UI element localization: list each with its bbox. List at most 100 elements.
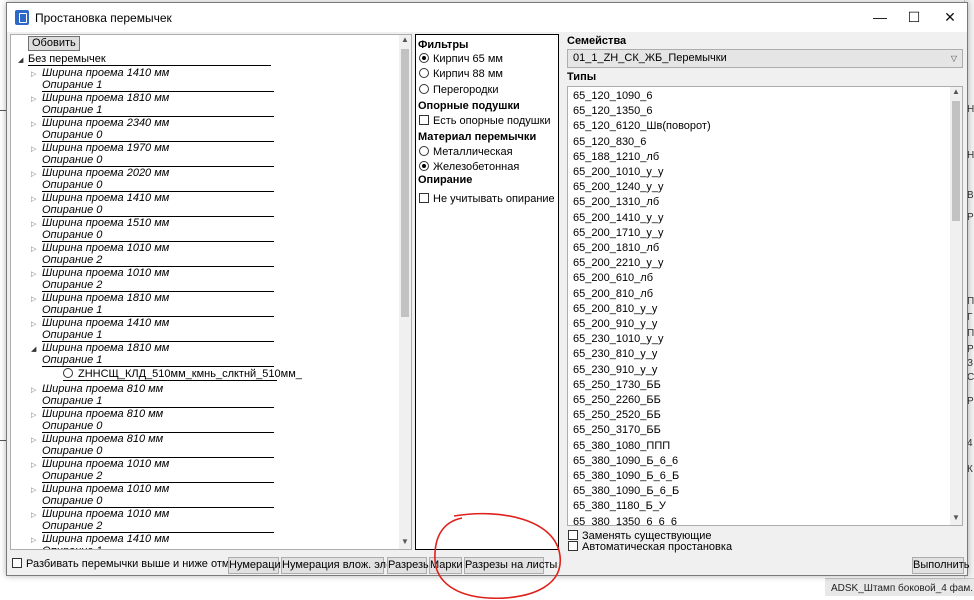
expand-arrow-icon[interactable]: ▷ <box>31 436 36 444</box>
type-list-item[interactable]: 65_380_1090_Б_6_Б <box>573 484 679 499</box>
type-list-item[interactable]: 65_200_1240_у_у <box>573 180 664 195</box>
type-list-item[interactable]: 65_120_1350_6 <box>573 104 653 119</box>
type-list-item[interactable]: 65_250_2520_ББ <box>573 408 661 423</box>
type-list-item[interactable]: 65_250_2260_ББ <box>573 393 661 408</box>
type-list-item[interactable]: 65_200_1810_лб <box>573 241 659 256</box>
type-list-item[interactable]: 65_250_1730_ББ <box>573 378 661 393</box>
radio-metal[interactable]: Металлическая <box>419 145 513 159</box>
checkbox-support[interactable]: Не учитывать опирание <box>419 192 555 206</box>
type-list-item[interactable]: 65_200_610_лб <box>573 271 653 286</box>
expand-arrow-icon[interactable]: ▷ <box>31 295 36 303</box>
tree-node[interactable]: ▷ Ширина проема 1010 мм Опирание 2 <box>31 458 277 483</box>
tree-node[interactable]: ▷ Ширина проема 2020 мм Опирание 0 <box>31 167 277 192</box>
type-list-item[interactable]: 65_200_1410_у_у <box>573 211 664 226</box>
tree-node[interactable]: ▷ Ширина проема 1810 мм Опирание 1 <box>31 92 277 117</box>
checkbox-pads[interactable]: Есть опорные подушки <box>419 114 551 128</box>
expand-arrow-icon[interactable]: ◢ <box>18 54 28 68</box>
type-list-item[interactable]: 65_200_810_лб <box>573 287 653 302</box>
tree-node[interactable]: ▷ Ширина проема 1010 мм Опирание 2 <box>31 242 277 267</box>
expand-arrow-icon[interactable]: ▷ <box>31 95 36 103</box>
sections-to-sheets-button[interactable]: Разрезы на листы <box>464 557 557 574</box>
expand-arrow-icon[interactable]: ▷ <box>31 270 36 278</box>
tree-scrollbar[interactable]: ▲ ▼ <box>399 35 411 549</box>
type-list-item[interactable]: 65_200_1310_лб <box>573 195 659 210</box>
checkbox-split-lintels[interactable]: Разбивать перемычки выше и ниже отм. 0,0… <box>12 558 263 571</box>
execute-button[interactable]: Выполнить <box>912 557 969 574</box>
type-list-item[interactable]: 65_200_2210_у_у <box>573 256 664 271</box>
type-list-item[interactable]: 65_380_1090_Б_6_Б <box>573 469 679 484</box>
close-button[interactable]: ✕ <box>933 3 967 32</box>
expand-arrow-icon[interactable]: ▷ <box>31 245 36 253</box>
types-scrollbar[interactable]: ▲ ▼ <box>950 87 962 525</box>
radio-button-icon[interactable] <box>419 84 429 94</box>
sections-button[interactable]: Разрезы <box>387 557 431 574</box>
expand-arrow-icon[interactable]: ▷ <box>31 220 36 228</box>
lintel-tree[interactable]: Обовить ◢ Без перемычек ▷ Ширина проема 14… <box>10 34 412 550</box>
expand-arrow-icon[interactable]: ▷ <box>31 411 36 419</box>
radio-brick-65[interactable]: Кирпич 65 мм <box>419 52 503 66</box>
expand-arrow-icon[interactable]: ▷ <box>31 170 36 178</box>
scroll-down-icon[interactable]: ▼ <box>400 537 410 549</box>
expand-arrow-icon[interactable]: ▷ <box>31 195 36 203</box>
tree-node[interactable]: ▷ Ширина проема 1010 мм Опирание 0 <box>31 483 277 508</box>
tree-node[interactable]: ▷ Ширина проема 1410 мм Опирание 0 <box>31 192 277 217</box>
checkbox-icon[interactable] <box>419 115 429 125</box>
type-list-item[interactable]: 65_230_810_у_у <box>573 347 657 362</box>
expand-arrow-icon[interactable]: ▷ <box>31 536 36 544</box>
title-bar[interactable]: Простановка перемычек — ☐ ✕ <box>7 3 967 32</box>
checkbox-icon[interactable] <box>419 193 429 203</box>
type-list-item[interactable]: 65_200_1010_у_у <box>573 165 664 180</box>
tree-node[interactable]: ▷ Ширина проема 1410 ммОпирание 1 <box>31 317 277 342</box>
checkbox-auto-placement[interactable]: Автоматическая простановка <box>568 541 732 554</box>
tree-node[interactable]: ▷ Ширина проема 810 мм Опирание 0 <box>31 408 277 433</box>
checkbox-icon[interactable] <box>12 558 22 568</box>
tree-node[interactable]: ▷ Ширина проема 1510 мм Опирание 0 <box>31 217 277 242</box>
type-list-item[interactable]: 65_120_6120_Шв(поворот) <box>573 119 711 134</box>
scroll-up-icon[interactable]: ▲ <box>400 35 410 47</box>
maximize-button[interactable]: ☐ <box>897 3 931 32</box>
expand-arrow-icon[interactable]: ▷ <box>31 461 36 469</box>
expand-arrow-icon[interactable]: ▷ <box>31 386 36 394</box>
radio-button-icon[interactable] <box>419 53 429 63</box>
radio-button-icon[interactable] <box>419 68 429 78</box>
scroll-thumb[interactable] <box>401 49 409 317</box>
marks-button[interactable]: Марки <box>429 557 462 574</box>
type-list-item[interactable]: 65_120_1090_6 <box>573 89 653 104</box>
type-list-item[interactable]: 65_200_1710_у_у <box>573 226 664 241</box>
type-list-item[interactable]: 65_230_1010_у_у <box>573 332 664 347</box>
scroll-down-icon[interactable]: ▼ <box>951 513 961 525</box>
numbering-button[interactable]: Нумерация <box>228 557 287 574</box>
expand-arrow-icon[interactable]: ▷ <box>31 486 36 494</box>
scroll-up-icon[interactable]: ▲ <box>951 87 961 99</box>
radio-button-icon[interactable] <box>419 146 429 156</box>
tree-node[interactable]: ▷ Ширина проема 1410 ммОпирание 1 <box>31 533 277 549</box>
tree-node[interactable]: ▷ Ширина проема 1010 мм Опирание 2 <box>31 508 277 533</box>
type-list-item[interactable]: 65_230_910_у_у <box>573 363 657 378</box>
chevron-down-icon[interactable]: ▽ <box>951 52 957 65</box>
type-list-item[interactable]: 65_200_910_у_у <box>573 317 657 332</box>
tree-node[interactable]: ◢ Ширина проема 1810 мм Опирание 1 <box>31 342 277 367</box>
tree-node[interactable]: ▷ Ширина проема 1010 мм Опирание 2 <box>31 267 277 292</box>
type-list-item[interactable]: 65_380_1350_6_6_6 <box>573 515 677 525</box>
checkbox-icon[interactable] <box>568 530 578 540</box>
type-list-item[interactable]: 65_380_1180_Б_У <box>573 499 666 514</box>
tree-node[interactable]: ▷ Ширина проема 810 мм Опирание 1 <box>31 383 277 408</box>
refresh-button[interactable]: Обовить <box>28 36 80 51</box>
minimize-button[interactable]: — <box>863 3 897 32</box>
tree-node[interactable]: ▷ Ширина проема 810 мм Опирание 0 <box>31 433 277 458</box>
numbering-nested-button[interactable]: Нумерация влож. эл-ов <box>281 557 402 574</box>
tree-node[interactable]: ▷ Ширина проема 2340 мм Опирание 0 <box>31 117 277 142</box>
type-list-item[interactable]: 65_200_810_у_у <box>573 302 657 317</box>
tree-node[interactable]: ▷ Ширина проема 1810 мм Опирание 1 <box>31 292 277 317</box>
families-dropdown[interactable]: 01_1_ZH_СК_ЖБ_Перемычки ▽ <box>567 49 963 68</box>
collapse-arrow-icon[interactable]: ◢ <box>31 345 36 353</box>
expand-arrow-icon[interactable]: ▷ <box>31 145 36 153</box>
types-list[interactable]: 65_120_1090_6 65_120_1350_6 65_120_6120_Шв… <box>567 86 963 526</box>
expand-arrow-icon[interactable]: ▷ <box>31 70 36 78</box>
expand-arrow-icon[interactable]: ▷ <box>31 120 36 128</box>
tree-node[interactable]: ▷ Ширина проема 1410 ммОпирание 1 <box>31 67 277 92</box>
radio-partitions[interactable]: Перегородки <box>419 83 499 97</box>
expand-arrow-icon[interactable]: ▷ <box>31 320 36 328</box>
type-list-item[interactable]: 65_250_3170_ББ <box>573 423 661 438</box>
type-list-item[interactable]: 65_380_1080_ППП <box>573 439 670 454</box>
